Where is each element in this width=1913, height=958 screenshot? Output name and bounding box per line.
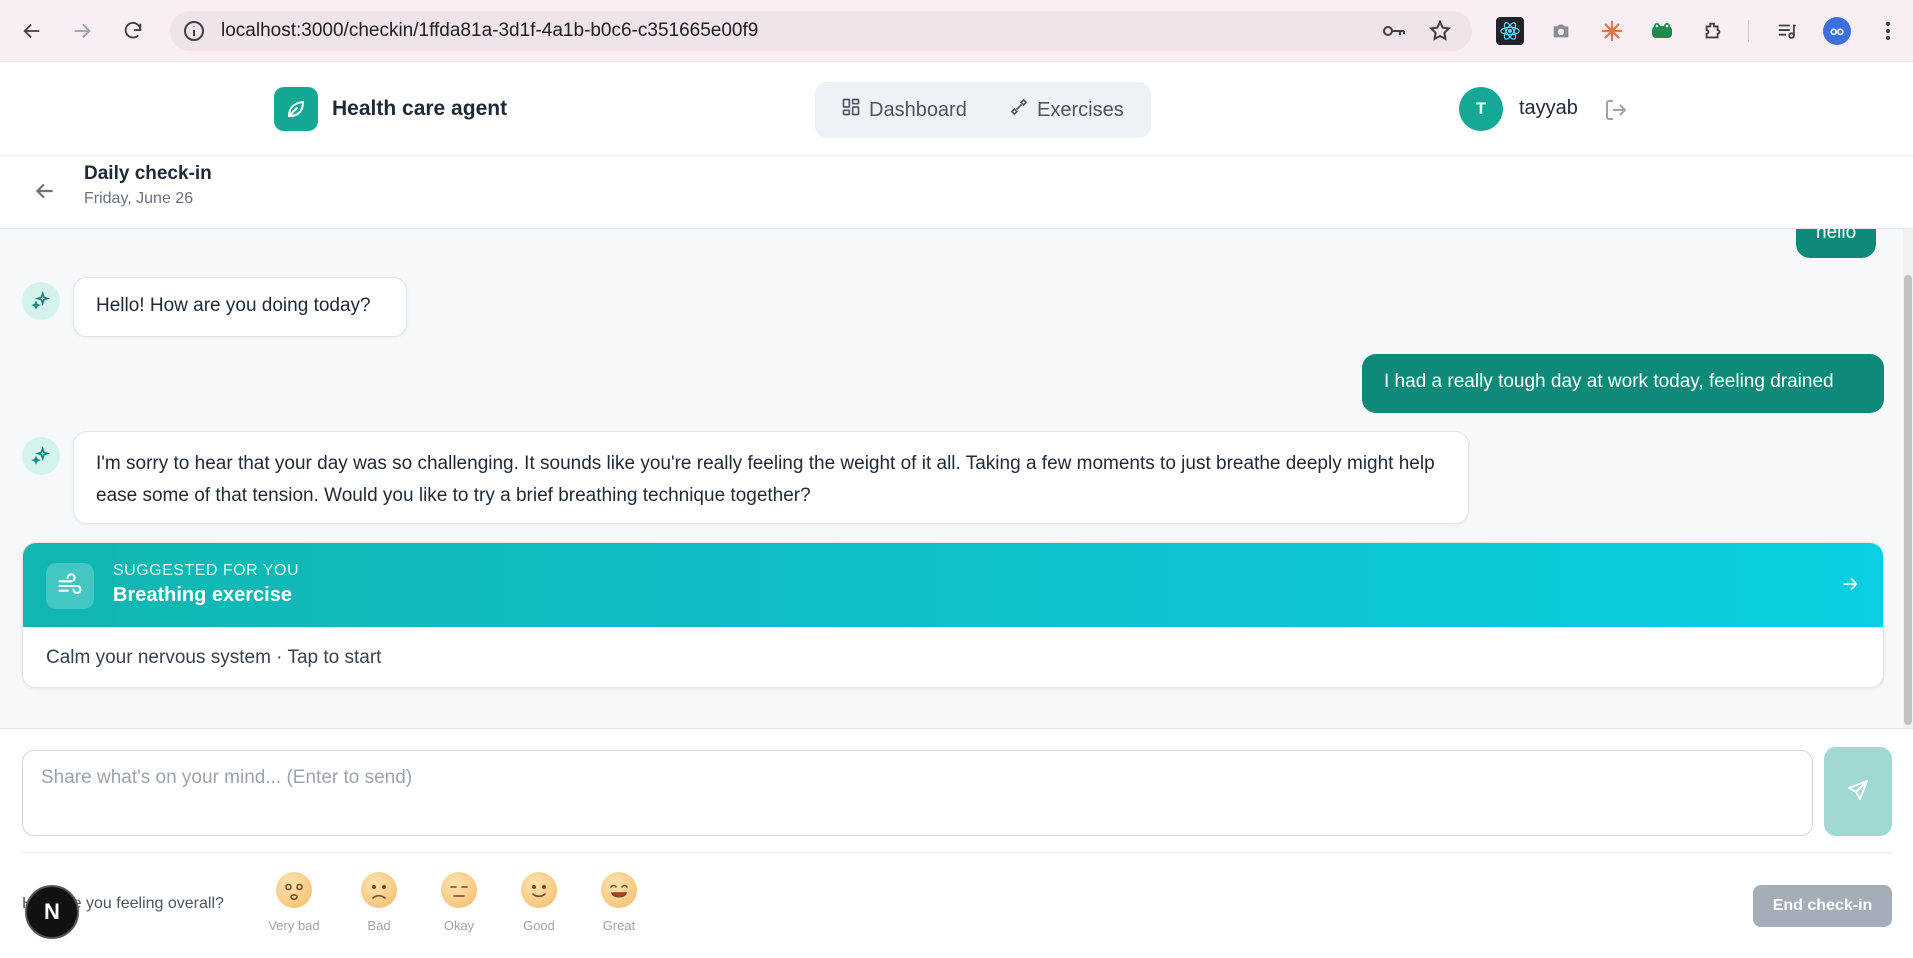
suggestion-title: Breathing exercise xyxy=(113,584,292,606)
mood-label: Great xyxy=(602,918,636,933)
logout-icon[interactable] xyxy=(1604,98,1628,122)
bad-face-icon xyxy=(361,872,397,908)
composer-divider xyxy=(22,852,1892,853)
mood-okay[interactable]: Okay xyxy=(424,872,494,933)
main-nav: Dashboard Exercises xyxy=(815,82,1151,138)
forward-button[interactable] xyxy=(66,15,98,47)
nav-exercises[interactable]: Exercises xyxy=(1009,96,1124,124)
very-bad-face-icon xyxy=(276,872,312,908)
send-icon xyxy=(1846,778,1870,805)
composer-area: How are you feeling overall? Very bad Ba… xyxy=(0,728,1913,958)
nextjs-dev-badge[interactable]: N xyxy=(25,885,79,939)
assistant-message: I'm sorry to hear that your day was so c… xyxy=(73,431,1469,524)
arrow-right-icon[interactable] xyxy=(1839,573,1861,595)
mood-label: Very bad xyxy=(268,918,320,933)
assistant-message-text: I'm sorry to hear that your day was so c… xyxy=(96,453,1435,506)
camera-icon[interactable] xyxy=(1547,17,1575,45)
mood-label: Bad xyxy=(367,918,391,933)
page-title: Daily check-in xyxy=(84,163,212,184)
toolbar-divider xyxy=(1748,20,1749,42)
page-date: Friday, June 26 xyxy=(84,190,194,207)
nav-exercises-label: Exercises xyxy=(1037,98,1124,121)
assistant-message-text: Hello! How are you doing today? xyxy=(96,295,371,316)
okay-face-icon xyxy=(441,872,477,908)
user-message: I had a really tough day at work today, … xyxy=(1362,354,1884,413)
chat-scrollbar[interactable] xyxy=(1903,229,1913,728)
claude-extension-icon[interactable] xyxy=(1598,17,1626,45)
url-text[interactable]: localhost:3000/checkin/1ffda81a-3d1f-4a1… xyxy=(221,20,758,42)
wind-icon xyxy=(46,563,94,609)
user-message-text: I had a really tough day at work today, … xyxy=(1384,371,1834,392)
back-arrow-icon[interactable] xyxy=(32,178,58,204)
mood-good[interactable]: Good xyxy=(504,872,574,933)
mood-label: Okay xyxy=(443,918,475,933)
good-face-icon xyxy=(521,872,557,908)
exercise-icon xyxy=(1009,97,1029,123)
assistant-message: Hello! How are you doing today? xyxy=(73,277,407,337)
assistant-sparkle-icon xyxy=(22,437,60,475)
site-info-icon[interactable] xyxy=(182,19,206,48)
reload-button[interactable] xyxy=(117,15,149,47)
address-bar[interactable]: localhost:3000/checkin/1ffda81a-3d1f-4a1… xyxy=(170,11,1472,51)
breathing-suggestion-card[interactable]: SUGGESTED FOR YOU Breathing exercise Cal… xyxy=(22,542,1884,688)
checkin-subheader: Daily check-in Friday, June 26 xyxy=(0,156,1913,229)
great-face-icon xyxy=(601,872,637,908)
extensions-puzzle-icon[interactable] xyxy=(1699,17,1727,45)
suggestion-label: SUGGESTED FOR YOU xyxy=(113,562,300,579)
mood-very-bad[interactable]: Very bad xyxy=(259,872,329,933)
browser-toolbar: localhost:3000/checkin/1ffda81a-3d1f-4a1… xyxy=(0,0,1913,62)
user-avatar[interactable]: T xyxy=(1459,87,1503,131)
chat-scroll-thumb[interactable] xyxy=(1904,275,1912,725)
mood-label: Good xyxy=(523,918,555,933)
message-input[interactable] xyxy=(22,750,1813,836)
browser-menu-icon[interactable] xyxy=(1874,17,1902,45)
brand-name[interactable]: Health care agent xyxy=(332,97,507,121)
grid-icon xyxy=(841,97,861,123)
password-key-icon[interactable] xyxy=(1381,20,1407,47)
user-message: hello xyxy=(1796,229,1877,258)
assistant-sparkle-icon xyxy=(22,282,60,320)
mood-bad[interactable]: Bad xyxy=(344,872,414,933)
profile-avatar-icon[interactable] xyxy=(1823,17,1851,45)
suggestion-header[interactable]: SUGGESTED FOR YOU Breathing exercise xyxy=(23,543,1883,627)
media-queue-icon[interactable] xyxy=(1773,17,1801,45)
username: tayyab xyxy=(1519,97,1578,119)
nav-dashboard[interactable]: Dashboard xyxy=(841,96,967,124)
mood-great[interactable]: Great xyxy=(584,872,654,933)
bookmark-star-icon[interactable] xyxy=(1428,19,1452,48)
suggestion-description: Calm your nervous system · Tap to start xyxy=(46,647,382,668)
end-checkin-button[interactable]: End check-in xyxy=(1753,885,1892,927)
back-button[interactable] xyxy=(16,15,48,47)
send-button[interactable] xyxy=(1824,747,1892,836)
user-message-text: hello xyxy=(1816,229,1857,243)
react-devtools-icon[interactable] xyxy=(1496,17,1524,45)
app-header: Health care agent Dashboard Exercises T … xyxy=(0,62,1913,156)
frog-extension-icon[interactable] xyxy=(1648,17,1676,45)
nav-dashboard-label: Dashboard xyxy=(869,98,967,121)
leaf-logo-icon[interactable] xyxy=(274,87,318,131)
